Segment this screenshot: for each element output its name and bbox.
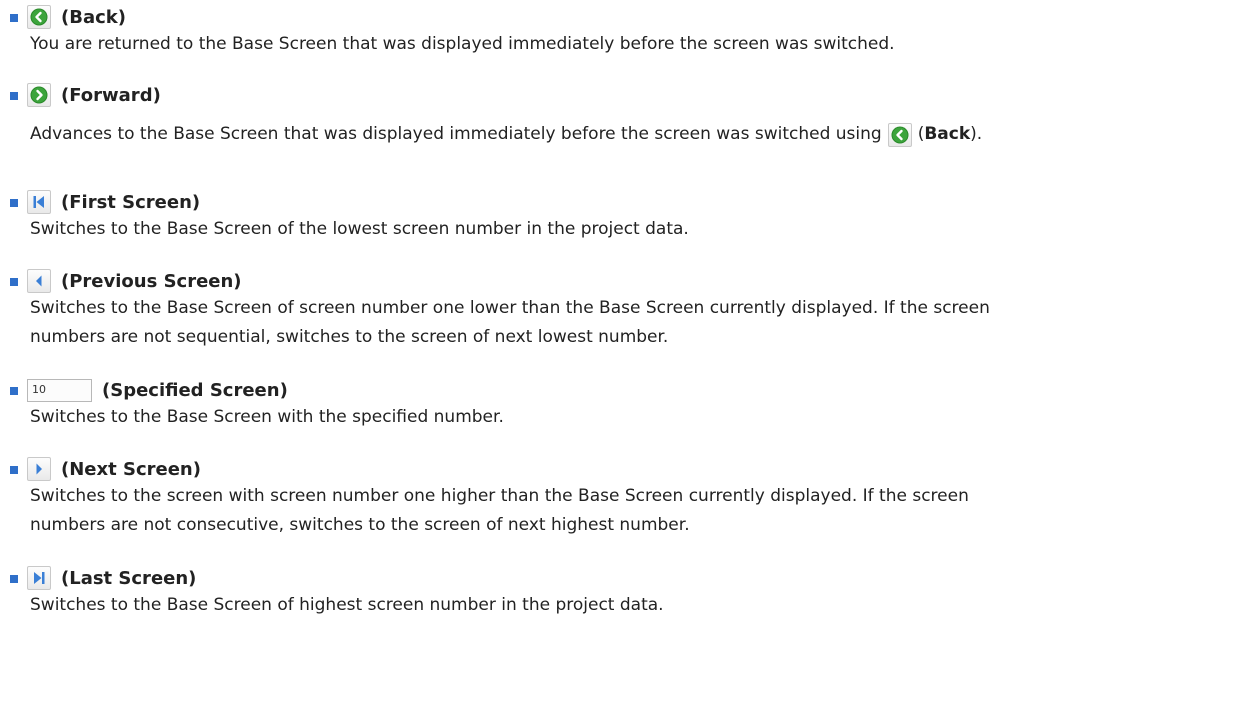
item-forward: (Forward) Advances to the Base Screen th…: [10, 82, 1230, 149]
bullet-icon: [10, 14, 18, 22]
description-text: Advances to the Base Screen that was dis…: [30, 124, 882, 144]
item-title: (Specified Screen): [102, 379, 288, 401]
bullet-icon: [10, 466, 18, 474]
item-description-line-1: Switches to the screen with screen numbe…: [30, 486, 969, 506]
item-back: (Back) You are returned to the Base Scre…: [10, 4, 1230, 59]
back-arrow-icon: [887, 122, 912, 147]
item-title: (Forward): [61, 84, 161, 106]
item-first-screen: (First Screen) Switches to the Base Scre…: [10, 189, 1230, 244]
description-bold: Back: [924, 124, 971, 144]
back-arrow-icon[interactable]: [27, 5, 51, 29]
item-header: (Forward): [10, 82, 1230, 108]
description-text-end: ).: [970, 124, 983, 144]
item-next-screen: (Next Screen) Switches to the screen wit…: [10, 456, 1230, 540]
item-description: Switches to the Base Screen of highest s…: [30, 595, 664, 615]
previous-screen-icon[interactable]: [27, 269, 51, 293]
forward-arrow-icon[interactable]: [27, 83, 51, 107]
bullet-icon: [10, 387, 18, 395]
item-header: (Back): [10, 4, 1230, 30]
item-title: (Next Screen): [61, 458, 201, 480]
item-header: (Last Screen): [10, 565, 1230, 591]
item-header: (Previous Screen): [10, 268, 1230, 294]
description-paren: (: [917, 124, 925, 144]
item-description: Switches to the Base Screen of the lowes…: [30, 219, 689, 239]
item-header: 10 (Specified Screen): [10, 377, 1230, 403]
bullet-icon: [10, 92, 18, 100]
next-screen-icon[interactable]: [27, 457, 51, 481]
item-previous-screen: (Previous Screen) Switches to the Base S…: [10, 268, 1230, 352]
item-description: You are returned to the Base Screen that…: [30, 34, 895, 54]
item-description: Switches to the Base Screen with the spe…: [30, 407, 504, 427]
item-title: (First Screen): [61, 191, 201, 213]
bullet-icon: [10, 575, 18, 583]
item-description-line-1: Switches to the Base Screen of screen nu…: [30, 298, 990, 318]
item-specified-screen: 10 (Specified Screen) Switches to the Ba…: [10, 377, 1230, 432]
bullet-icon: [10, 278, 18, 286]
item-description-line-2: numbers are not consecutive, switches to…: [30, 515, 690, 535]
item-title: (Previous Screen): [61, 270, 242, 292]
item-last-screen: (Last Screen) Switches to the Base Scree…: [10, 565, 1230, 620]
bullet-icon: [10, 199, 18, 207]
screen-number-input[interactable]: 10: [27, 378, 92, 402]
item-description-line-2: numbers are not sequential, switches to …: [30, 327, 669, 347]
item-title: (Back): [61, 6, 126, 28]
item-header: (Next Screen): [10, 456, 1230, 482]
item-description: Advances to the Base Screen that was dis…: [30, 120, 1230, 149]
help-page: (Back) You are returned to the Base Scre…: [0, 0, 1235, 722]
item-title: (Last Screen): [61, 567, 197, 589]
item-header: (First Screen): [10, 189, 1230, 215]
last-screen-icon[interactable]: [27, 566, 51, 590]
first-screen-icon[interactable]: [27, 190, 51, 214]
